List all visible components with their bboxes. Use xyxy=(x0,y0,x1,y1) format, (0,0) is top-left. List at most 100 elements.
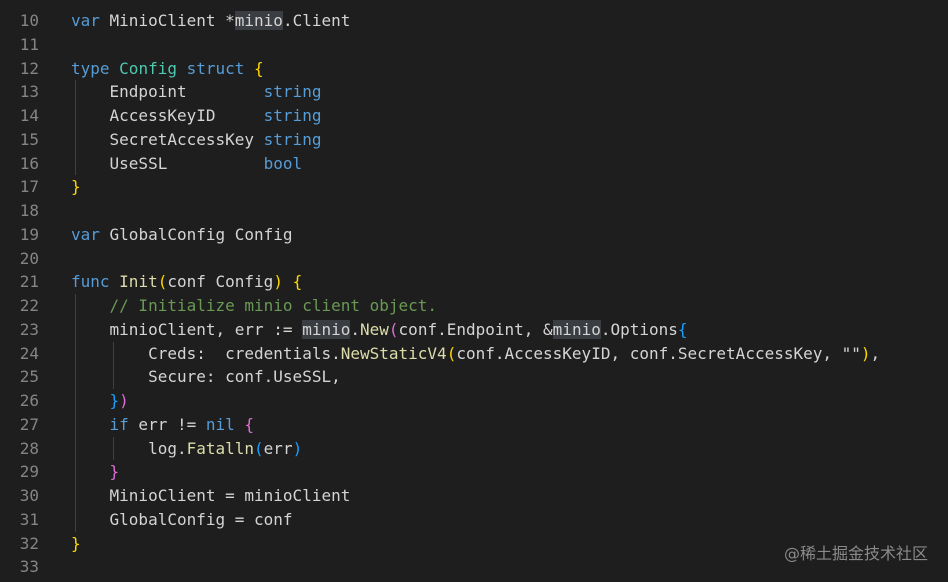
code-token: NewStaticV4 xyxy=(340,343,447,363)
line-number: 11 xyxy=(19,34,39,54)
code-text: func Init(conf Config) { xyxy=(71,270,302,294)
code-token: conf Config xyxy=(167,272,274,292)
code-editor[interactable]: 10 var MinioClient *minio.Client 11 12 type … xyxy=(0,0,948,579)
code-text: GlobalConfig = conf xyxy=(71,508,293,532)
code-text: minioClient, err := minio.New(conf.Endpo… xyxy=(71,318,688,342)
code-text: } xyxy=(71,460,120,484)
code-text: } xyxy=(71,532,81,556)
code-text: type Config struct { xyxy=(71,57,264,81)
code-token: nil xyxy=(205,414,235,434)
code-token: ) xyxy=(860,343,871,363)
code-token: .Options xyxy=(600,319,678,339)
highlighted-token: minio xyxy=(302,319,351,339)
code-token: err != xyxy=(128,414,206,434)
line-number: 12 xyxy=(19,58,39,78)
line-number: 23 xyxy=(19,319,39,339)
code-token: string xyxy=(263,106,322,125)
code-token: New xyxy=(360,319,389,339)
code-line[interactable]: 17} xyxy=(0,175,948,199)
code-token: AccessKeyID xyxy=(71,106,264,125)
line-number: 26 xyxy=(19,391,39,410)
code-line[interactable]: 30 MinioClient = minioClient xyxy=(0,484,948,508)
code-token: string xyxy=(263,129,322,149)
code-line[interactable]: 31 GlobalConfig = conf xyxy=(0,507,948,532)
code-line[interactable]: 13 Endpoint string xyxy=(0,80,948,104)
code-text: log.Fatalln(err) xyxy=(71,437,302,461)
code-text: }) xyxy=(71,389,129,413)
code-line[interactable]: 24 Creds: credentials.NewStaticV4(conf.A… xyxy=(0,341,948,366)
line-number: 25 xyxy=(19,367,39,387)
code-line[interactable]: 23 minioClient, err := minio.New(conf.En… xyxy=(0,317,948,342)
code-line[interactable]: 19 var GlobalConfig Config xyxy=(0,223,948,247)
code-token: , xyxy=(870,343,881,363)
code-token: SecretAccessKey xyxy=(71,129,264,149)
code-text: Creds: credentials.NewStaticV4(conf.Acce… xyxy=(71,342,880,366)
code-line[interactable]: 27 if err != nil { xyxy=(0,412,948,437)
code-text: UseSSL bool xyxy=(71,152,303,176)
code-token: Secure: conf.UseSSL, xyxy=(71,367,341,387)
code-token: Endpoint xyxy=(71,82,264,102)
code-token: } xyxy=(109,462,120,482)
code-line[interactable]: 11 xyxy=(0,33,948,57)
code-line[interactable]: 14 AccessKeyID string xyxy=(0,104,948,128)
code-token: .Client xyxy=(282,11,351,30)
code-token: { xyxy=(677,319,688,339)
line-number: 14 xyxy=(19,106,39,125)
code-token: bool xyxy=(263,153,303,173)
code-line[interactable]: 21 func Init(conf Config) { xyxy=(0,270,948,294)
code-token: var xyxy=(71,224,100,244)
code-token: ( xyxy=(446,343,457,363)
code-token: ( xyxy=(388,319,399,339)
code-line[interactable]: 16 UseSSL bool xyxy=(0,151,948,176)
code-token: Init xyxy=(119,272,158,292)
code-line[interactable]: 20 xyxy=(0,247,948,271)
code-line[interactable]: 22 // Initialize minio client object. xyxy=(0,294,948,318)
code-token: } xyxy=(109,391,120,410)
code-token: func xyxy=(71,272,110,292)
line-number: 20 xyxy=(19,248,39,268)
code-token: ) xyxy=(292,438,303,458)
code-line[interactable]: 10 var MinioClient *minio.Client xyxy=(0,9,948,33)
code-token: UseSSL xyxy=(71,153,264,173)
code-line[interactable]: 25 Secure: conf.UseSSL, xyxy=(0,365,948,389)
code-token: if xyxy=(109,414,129,434)
code-token: ) xyxy=(119,391,129,410)
code-token: minioClient, err := xyxy=(71,319,303,339)
code-text: SecretAccessKey string xyxy=(71,128,322,152)
code-token: { xyxy=(244,414,255,434)
line-number: 17 xyxy=(19,177,39,197)
code-token: string xyxy=(263,82,322,102)
code-line[interactable]: 28 log.Fatalln(err) xyxy=(0,436,948,461)
code-token: Config xyxy=(119,58,177,78)
line-number: 24 xyxy=(19,343,39,363)
code-line[interactable]: 29 } xyxy=(0,460,948,484)
code-token: type xyxy=(71,58,110,78)
code-line[interactable]: 15 SecretAccessKey string xyxy=(0,127,948,152)
code-line[interactable]: 18 xyxy=(0,199,948,223)
code-token: log. xyxy=(71,438,187,458)
code-text: MinioClient = minioClient xyxy=(71,484,351,508)
code-token: // Initialize minio client object. xyxy=(109,296,438,315)
code-text: var MinioClient *minio.Client xyxy=(71,9,350,33)
line-number: 15 xyxy=(19,129,39,149)
code-line[interactable]: 12 type Config struct { xyxy=(0,57,948,81)
code-line[interactable]: 26 }) xyxy=(0,389,948,413)
line-number: 13 xyxy=(19,82,39,102)
code-token: Creds: credentials. xyxy=(71,343,341,363)
highlighted-token: minio xyxy=(234,11,283,30)
line-number: 27 xyxy=(19,414,39,434)
code-token: ) xyxy=(273,272,283,292)
code-token: { xyxy=(254,58,264,78)
code-text: Endpoint string xyxy=(71,80,322,104)
watermark: @稀土掘金技术社区 xyxy=(783,544,928,563)
line-number: 16 xyxy=(19,153,39,173)
code-token: MinioClient * xyxy=(99,11,235,30)
